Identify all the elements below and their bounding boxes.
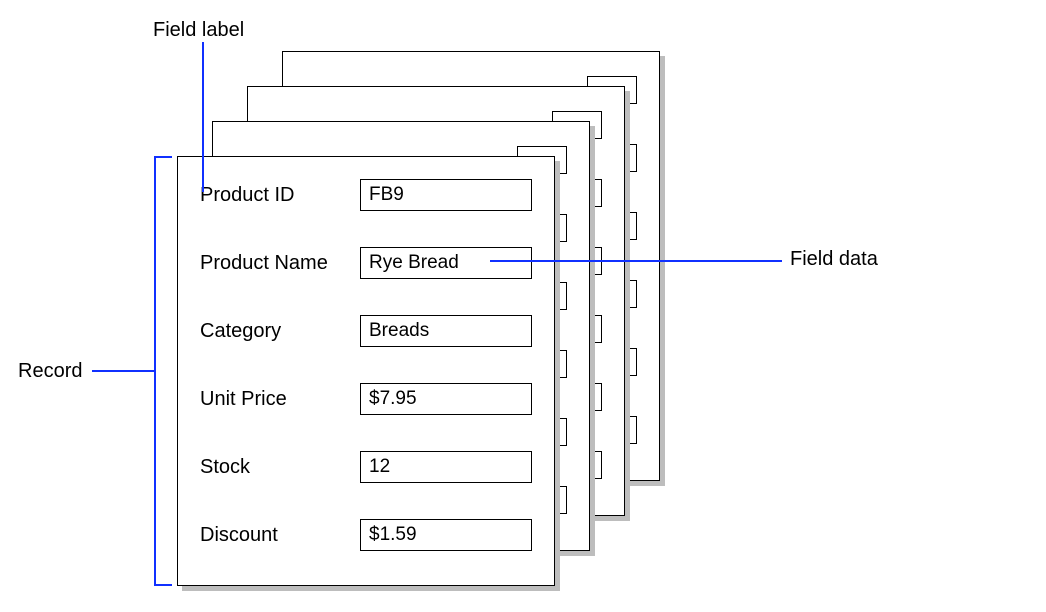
field-value: Rye Bread [360,247,532,279]
field-label: Category [200,320,360,343]
field-label: Product ID [200,184,360,207]
field-label: Product Name [200,252,360,275]
callout-line [154,584,172,586]
field-label: Stock [200,456,360,479]
field-value: FB9 [360,179,532,211]
record-card-front: Product ID FB9 Product Name Rye Bread Ca… [177,156,555,586]
callout-line [92,370,154,372]
field-label: Discount [200,524,360,547]
field-value: $7.95 [360,383,532,415]
field-row: Product Name Rye Bread [200,247,532,279]
field-value: Breads [360,315,532,347]
callout-line [154,156,156,586]
callout-line [490,260,782,262]
annotation-field-data: Field data [790,248,878,271]
field-row: Product ID FB9 [200,179,532,211]
field-row: Stock 12 [200,451,532,483]
field-row: Category Breads [200,315,532,347]
field-value: $1.59 [360,519,532,551]
field-label: Unit Price [200,388,360,411]
callout-line [154,156,172,158]
field-value: 12 [360,451,532,483]
field-row: Unit Price $7.95 [200,383,532,415]
annotation-field-label: Field label [153,19,244,42]
annotation-record: Record [18,360,82,383]
field-row: Discount $1.59 [200,519,532,551]
callout-line [202,42,204,192]
